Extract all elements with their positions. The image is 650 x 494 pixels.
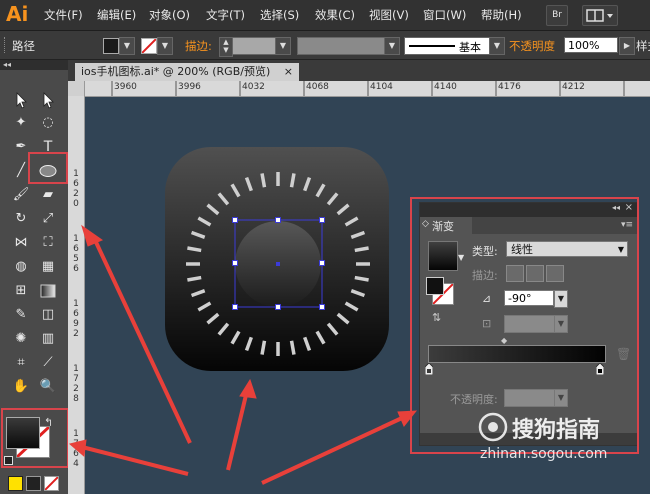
arrow-to-gradient-panel — [261, 410, 418, 485]
annotation-arrows — [68, 224, 418, 485]
arrow-to-icon — [226, 378, 257, 471]
arrow-to-ellipse-tool — [81, 224, 192, 444]
arrow-to-fill-stroke — [68, 439, 189, 476]
